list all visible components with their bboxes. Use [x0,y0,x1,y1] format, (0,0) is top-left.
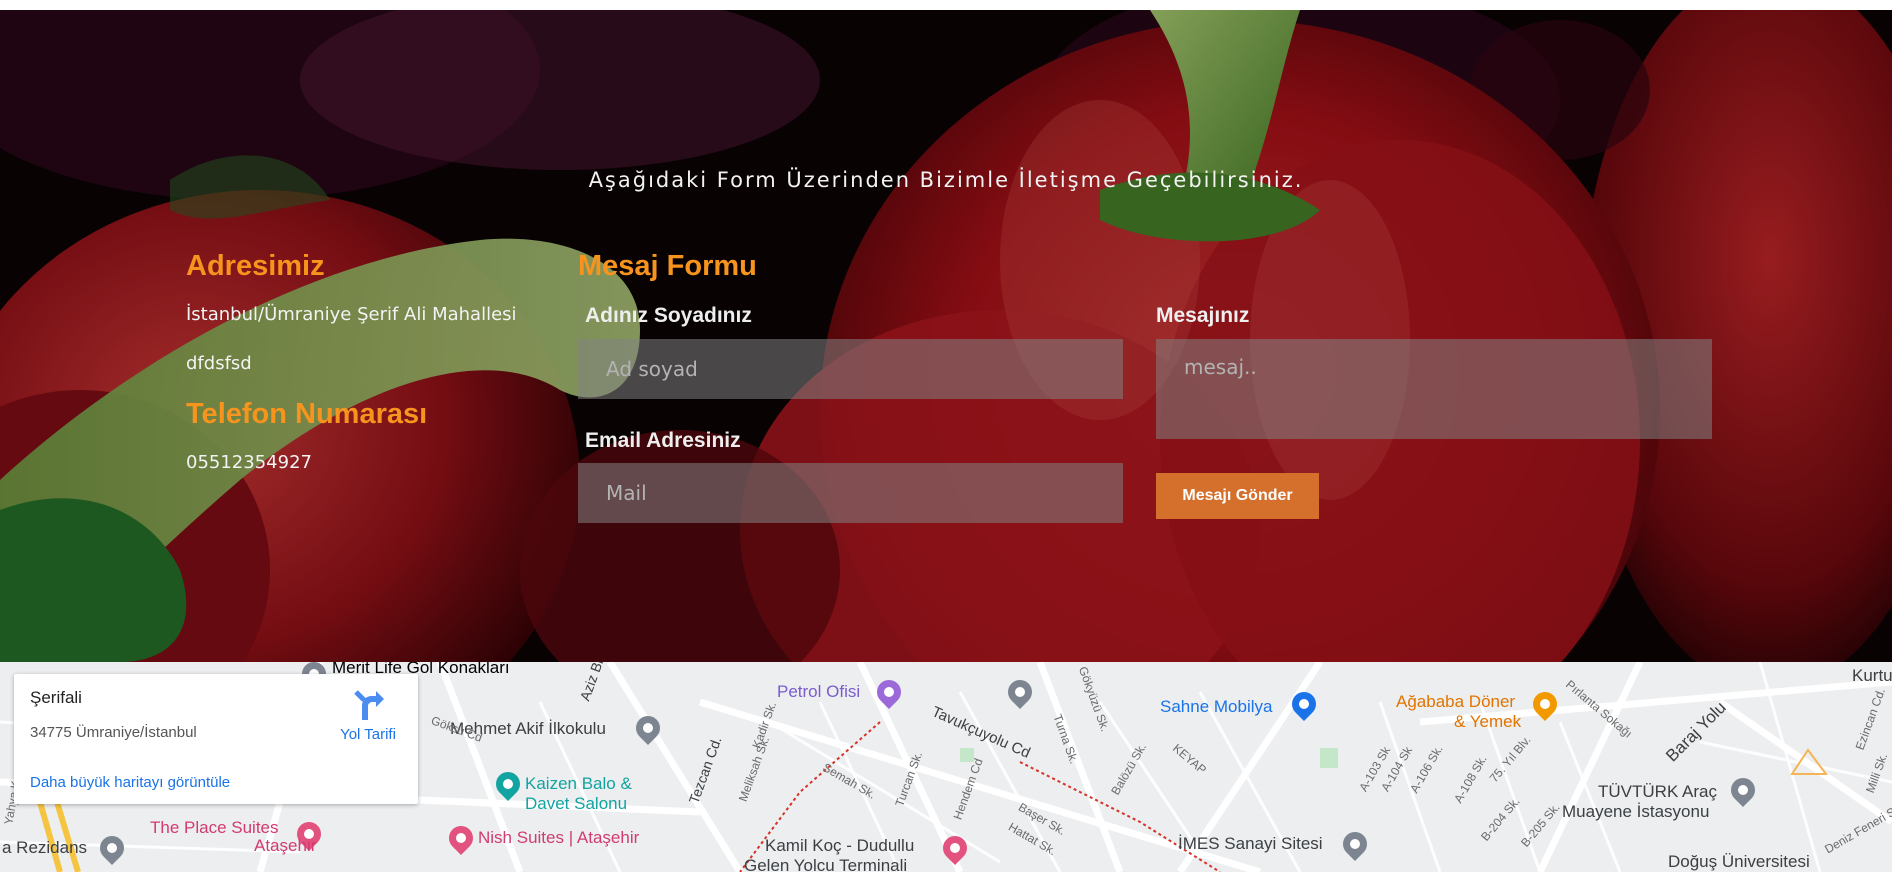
message-textarea[interactable] [1156,339,1712,439]
place-address: 34775 Ümraniye/İstanbul [30,724,197,741]
place-label: Ağababa Döner [1396,692,1516,711]
name-input[interactable] [578,339,1123,399]
email-label: Email Adresiniz [585,429,741,452]
form-title: Mesaj Formu [578,250,757,282]
contact-subtitle: Aşağıdaki Form Üzerinden Bizimle İletişm… [588,168,1304,192]
page: Aşağıdaki Form Üzerinden Bizimle İletişm… [0,0,1892,872]
place-label: Kamil Koç - Dudullu [765,836,915,855]
place-label: İMES Sanayi Sitesi [1178,834,1323,853]
place-label: Gelen Yolcu Terminali [744,856,908,872]
send-message-button[interactable]: Mesajı Gönder [1156,473,1319,519]
map-info-card: Şerifali 34775 Ümraniye/İstanbul Daha bü… [14,674,418,804]
place-title: Şerifali [30,688,82,707]
top-strip [0,0,1892,10]
place-label: Sahne Mobilya [1160,697,1273,716]
email-input[interactable] [578,463,1123,523]
place-label: Doğuş Üniversitesi [1668,852,1810,871]
message-label: Mesajınız [1156,304,1250,327]
place-label: TÜVTÜRK Araç [1598,782,1718,801]
google-map[interactable]: Merit Life Gol Konakları Petrol Ofisi Sa… [0,662,1892,872]
place-label: Kaizen Balo & [525,774,632,793]
place-label: Ataşehir [254,836,317,855]
phone-number: 05512354927 [186,452,312,473]
place-label: & Yemek [1454,712,1522,731]
place-label: Davet Salonu [525,794,628,813]
place-label: Muayene İstasyonu [1562,802,1710,821]
directions-label: Yol Tarifi [340,726,396,743]
address-title: Adresimiz [186,250,325,282]
address-line-1: İstanbul/Ümraniye Şerif Ali Mahallesi [186,304,517,325]
phone-title: Telefon Numarası [186,398,428,430]
directions-icon [354,690,384,720]
place-label: Nish Suites | Ataşehir [478,828,640,847]
place-label: Petrol Ofisi [777,682,861,701]
contact-hero: Aşağıdaki Form Üzerinden Bizimle İletişm… [0,10,1892,662]
hero-overlay [0,10,1892,662]
place-label: The Place Suites [150,818,279,837]
directions-button[interactable]: Yol Tarifi [328,686,408,746]
address-line-2: dfdsfsd [186,353,252,374]
name-label: Adınız Soyadınız [585,304,752,327]
larger-map-link[interactable]: Daha büyük haritayı görüntüle [30,774,230,791]
place-label: a Rezidans [2,838,88,857]
place-label: Kurtu [1852,666,1892,685]
